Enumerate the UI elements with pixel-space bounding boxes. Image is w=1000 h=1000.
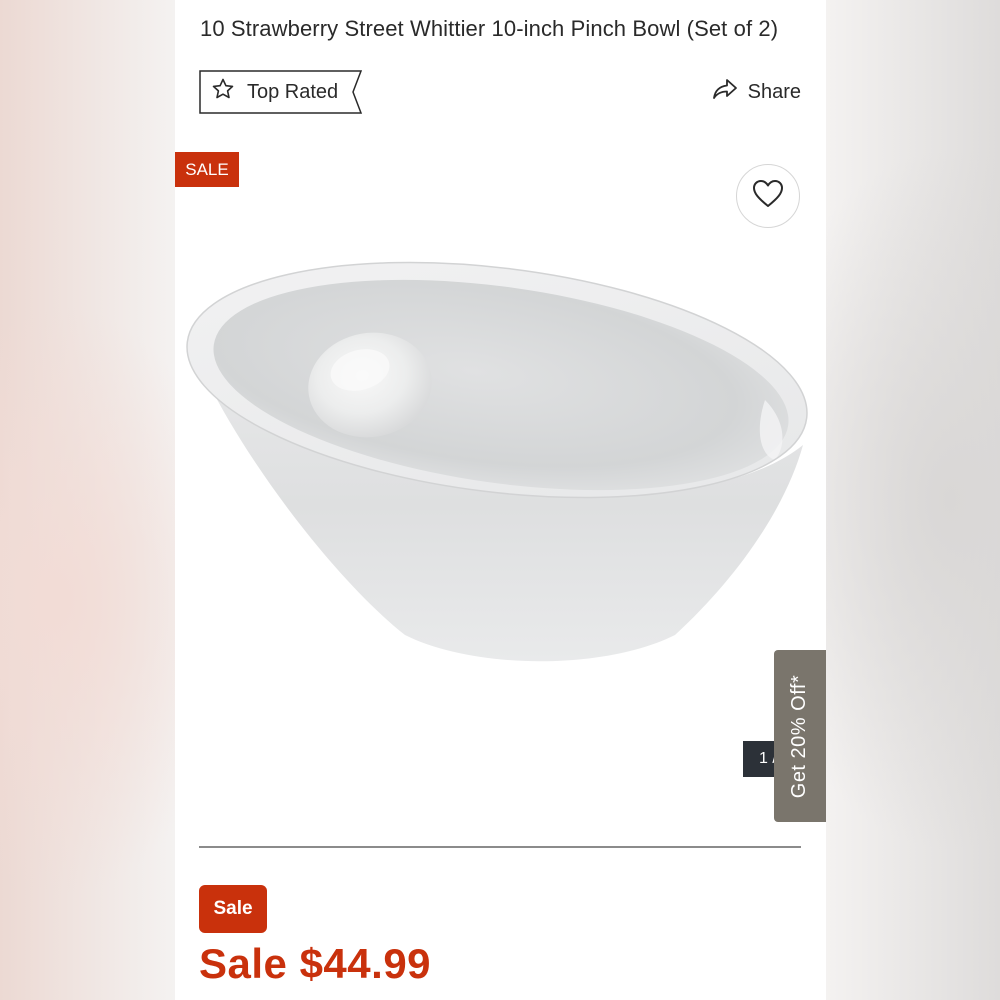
top-rated-label: Top Rated bbox=[247, 80, 339, 103]
star-icon bbox=[211, 77, 235, 107]
sale-price: Sale $44.99 bbox=[199, 940, 432, 987]
favorite-button[interactable] bbox=[736, 164, 800, 228]
promo-tab-label: Get 20% Off* bbox=[788, 674, 811, 798]
share-button[interactable]: Share bbox=[712, 78, 801, 106]
promo-tab[interactable]: Get 20% Off* bbox=[774, 650, 826, 822]
share-icon bbox=[712, 78, 738, 106]
product-page: 10 Strawberry Street Whittier 10-inch Pi… bbox=[175, 0, 826, 1000]
top-rated-badge: Top Rated bbox=[199, 70, 363, 114]
product-image[interactable] bbox=[175, 250, 826, 695]
heart-icon bbox=[752, 179, 784, 214]
sale-badge: SALE bbox=[175, 152, 239, 187]
bowl-illustration bbox=[186, 261, 808, 662]
divider bbox=[199, 846, 801, 848]
product-title: 10 Strawberry Street Whittier 10-inch Pi… bbox=[200, 16, 779, 41]
share-label: Share bbox=[747, 80, 801, 103]
sale-pill: Sale bbox=[199, 885, 267, 933]
